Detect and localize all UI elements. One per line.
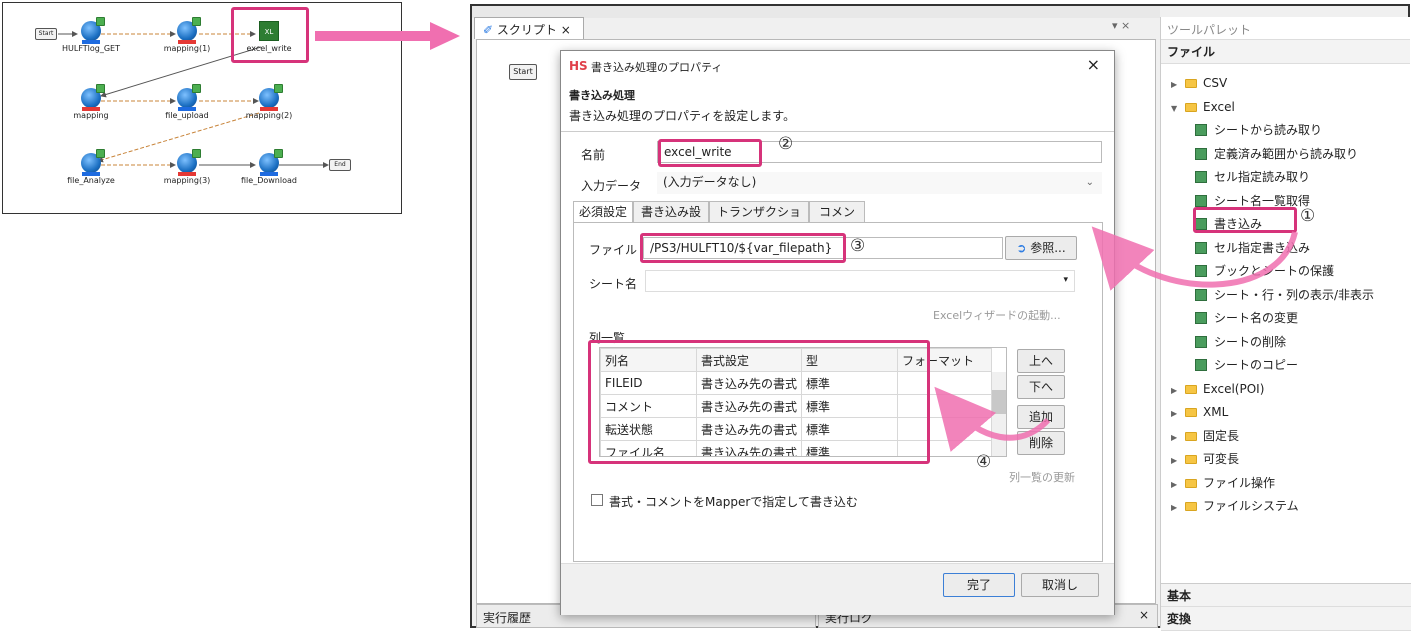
annotation-arrows <box>934 226 1298 452</box>
